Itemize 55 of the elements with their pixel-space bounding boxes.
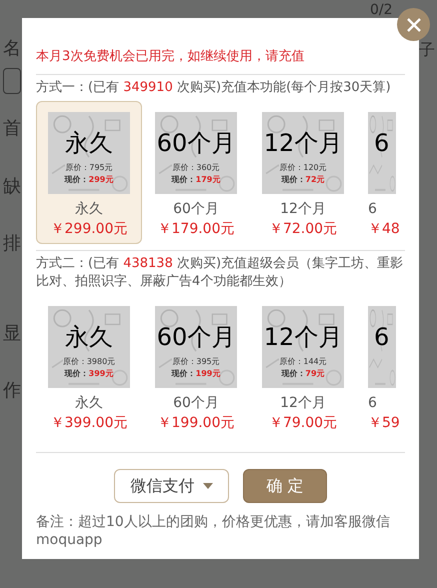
confirm-button[interactable]: 确 定 — [243, 469, 327, 503]
plan-price: ￥79.00元 — [268, 414, 338, 433]
plan-price: ￥72.00元 — [268, 220, 338, 239]
notice-text: 本月3次免费机会已用完，如继续使用，请充值 — [36, 48, 306, 66]
side-label: 首 — [3, 117, 21, 141]
image-title: 60个月 — [156, 322, 236, 352]
current-price: 现价：199元 — [172, 368, 220, 380]
original-price: 原价：144元 — [279, 356, 327, 368]
plan-option[interactable]: 永久 原价：795元 现价：299元 永久 ￥299.00元 — [36, 101, 142, 244]
image-title: 永久 — [65, 322, 113, 352]
plan-price: ￥48 — [368, 220, 400, 239]
plan-price: ￥199.00元 — [158, 414, 234, 433]
plan-label: 60个月 — [173, 200, 219, 219]
plan-price: ￥399.00元 — [50, 414, 128, 433]
plan-label: 永久 — [75, 394, 103, 413]
text-field[interactable] — [3, 68, 21, 94]
close-icon — [406, 16, 422, 32]
image-title: 12个月 — [264, 128, 342, 158]
plan-price: ￥59 — [368, 414, 400, 433]
side-label: 作 — [3, 379, 21, 403]
current-price: 现价：399元 — [64, 368, 114, 380]
plan-label: 6 — [368, 394, 377, 413]
character-counter: 0/2 — [370, 1, 393, 20]
original-price: 原价：360元 — [172, 162, 220, 174]
current-price: 现价：72元 — [281, 174, 325, 186]
plan-label: 60个月 — [173, 394, 219, 413]
footnote-text: 备注：超过10人以上的团购，价格更优惠，请加客服微信moquapp — [36, 513, 391, 549]
current-price: 现价：179元 — [172, 174, 220, 186]
original-price: 原价：795元 — [65, 162, 113, 174]
plan-label: 12个月 — [280, 200, 326, 219]
plan-label: 6 — [368, 200, 377, 219]
original-price: 原价：395元 — [172, 356, 220, 368]
close-button[interactable] — [397, 8, 430, 41]
plan-price: ￥299.00元 — [50, 220, 128, 239]
side-label: 排 — [3, 232, 21, 256]
image-title: 6 — [374, 128, 390, 158]
plan-label: 12个月 — [280, 394, 326, 413]
image-title: 6 — [374, 322, 390, 352]
image-title: 永久 — [65, 128, 113, 158]
current-price: 现价：79元 — [281, 368, 325, 380]
current-price: 现价：299元 — [64, 174, 114, 186]
plan-description: 方式一：(已有 349910 次购买)充值本功能(每个月按30天算) — [36, 79, 392, 97]
image-title: 60个月 — [156, 128, 236, 158]
caret-icon — [202, 483, 212, 489]
plan-label: 永久 — [75, 200, 103, 219]
side-label: 名 — [3, 37, 21, 61]
side-label: 缺 — [3, 175, 21, 199]
plan-description: 方式二：(已有 438138 次购买)充值超级会员（集字工坊、重影比对、拍照识字、屏蔽广告4个功能都生效） — [36, 255, 404, 291]
original-price: 原价：120元 — [279, 162, 327, 174]
image-title: 12个月 — [264, 322, 342, 352]
payment-dropdown[interactable]: 微信支付 — [114, 469, 229, 503]
side-label: 显 — [3, 322, 21, 346]
side-label: 子 — [419, 39, 435, 61]
plan-price: ￥179.00元 — [158, 220, 234, 239]
original-price: 原价：3980元 — [62, 356, 116, 368]
